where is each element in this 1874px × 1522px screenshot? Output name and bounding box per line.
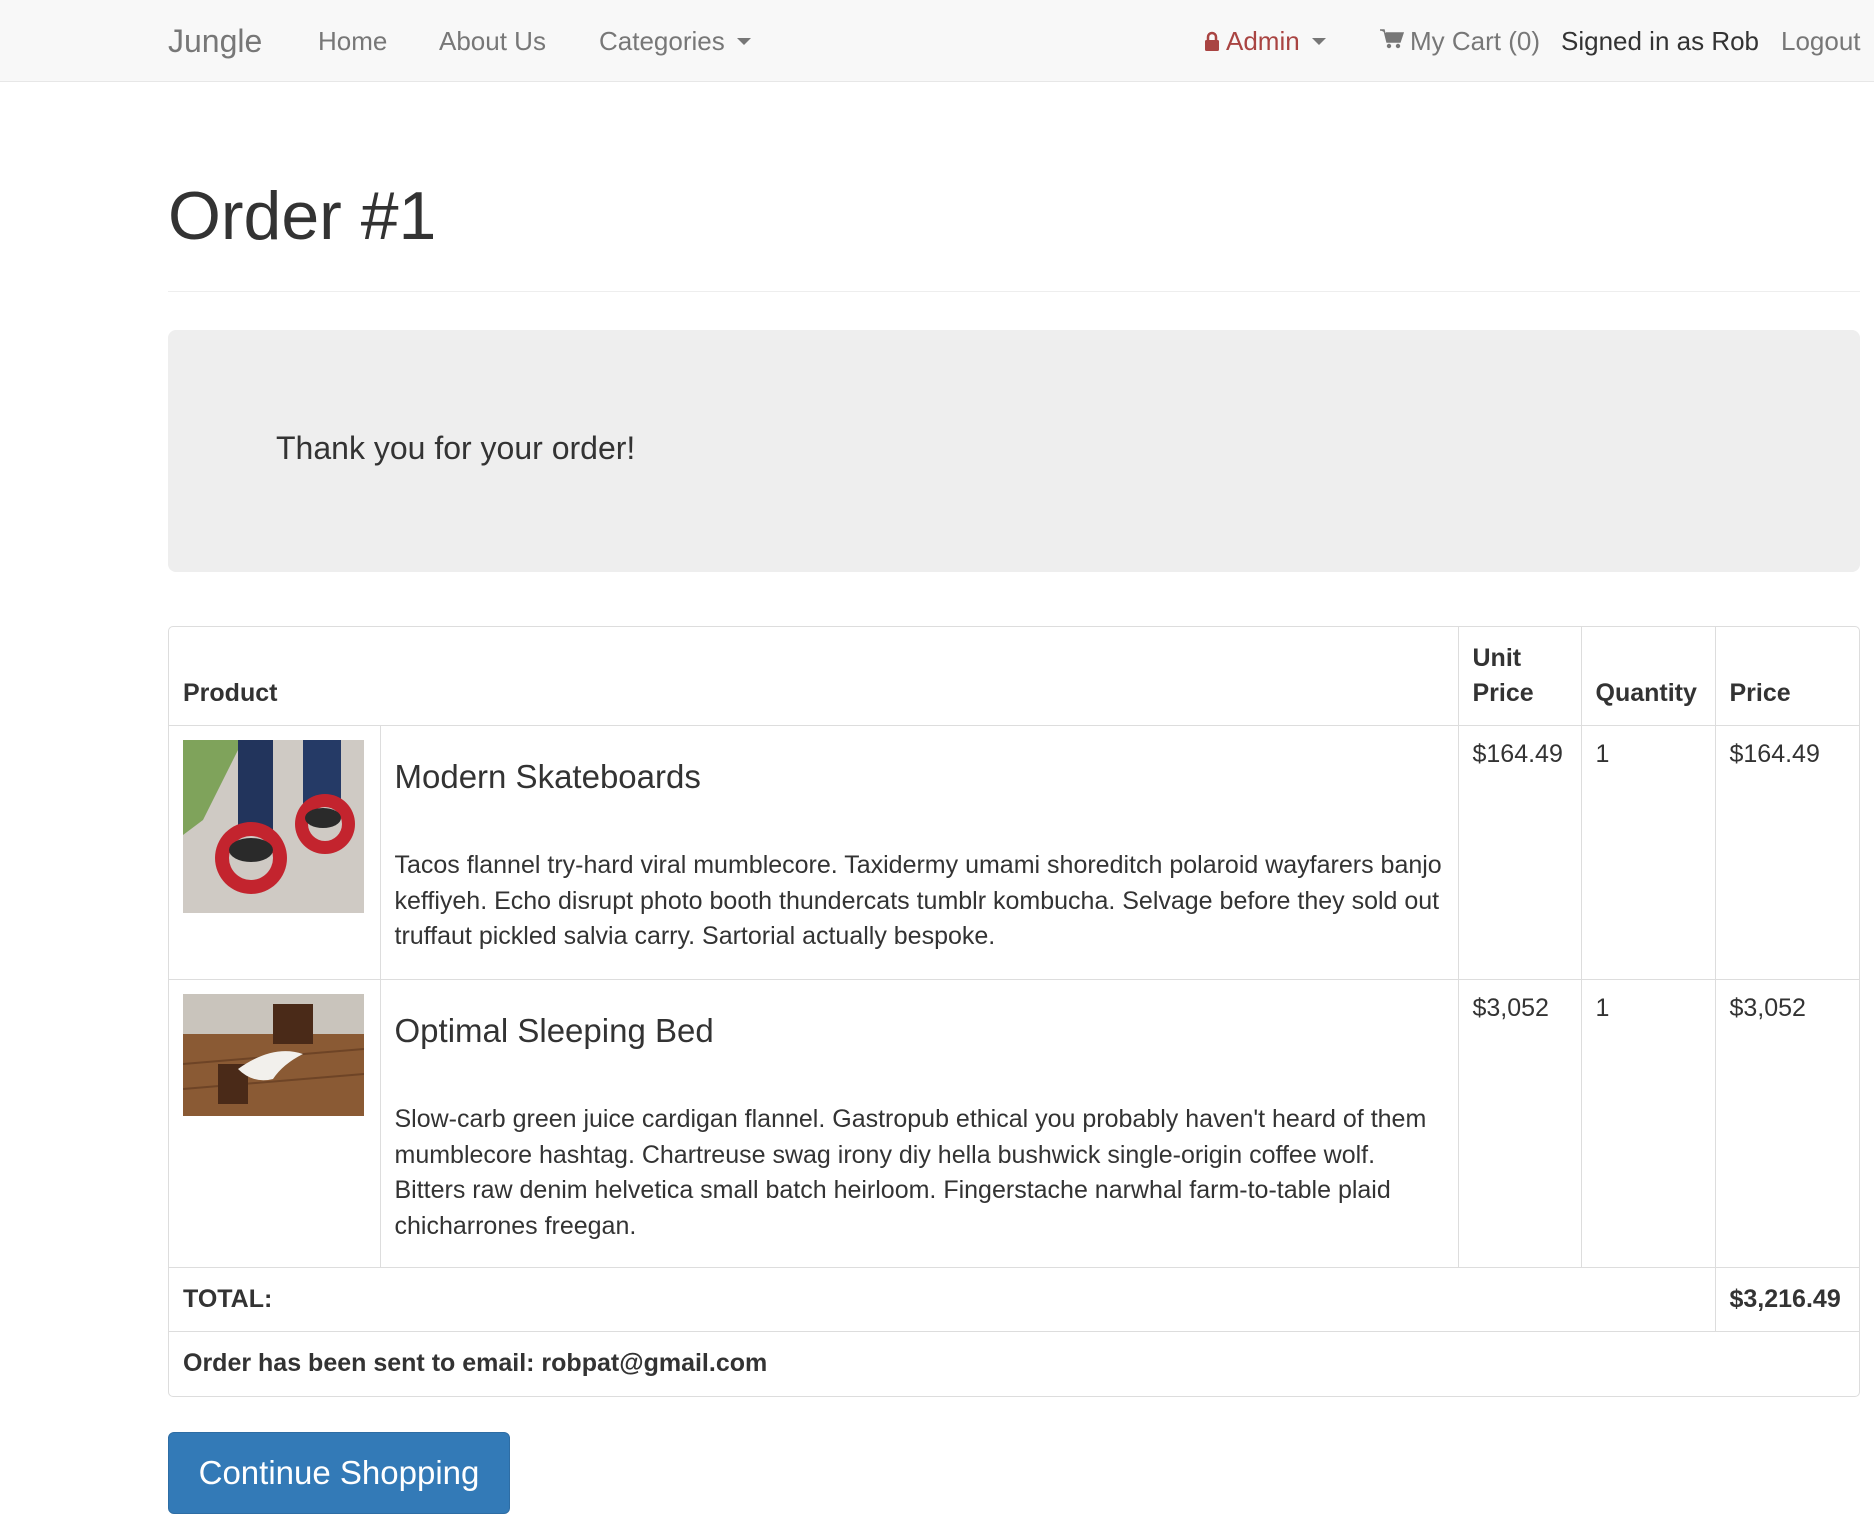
unit-price-cell: $164.49 — [1457, 725, 1582, 980]
product-image-cell — [169, 725, 381, 980]
product-name: Optimal Sleeping Bed — [394, 1012, 714, 1049]
lock-icon — [1204, 31, 1220, 51]
product-details-cell: Modern Skateboards Tacos flannel try-har… — [379, 725, 1459, 980]
chevron-down-icon — [736, 37, 751, 45]
product-details-cell: Optimal Sleeping Bed Slow-carb green jui… — [379, 979, 1459, 1268]
chevron-down-icon — [1311, 37, 1326, 45]
brand-link[interactable]: Jungle — [168, 0, 262, 82]
column-header-unit-price: Unit Price — [1457, 627, 1582, 726]
column-header-product: Product — [169, 627, 1459, 726]
order-table: Product Unit Price Quantity Price Modern… — [168, 626, 1860, 1397]
total-value: $3,216.49 — [1714, 1267, 1859, 1332]
thank-you-banner: Thank you for your order! — [168, 330, 1860, 572]
nav-cart-link[interactable]: My Cart (0) — [1380, 0, 1540, 82]
nav-home-link[interactable]: Home — [318, 0, 387, 82]
total-label: TOTAL: — [169, 1267, 1716, 1332]
nav-admin-label: Admin — [1226, 25, 1300, 56]
table-row: Modern Skateboards Tacos flannel try-har… — [169, 725, 1859, 980]
table-row: Optimal Sleeping Bed Slow-carb green jui… — [169, 979, 1859, 1268]
thank-you-message: Thank you for your order! — [276, 430, 636, 466]
product-description: Slow-carb green juice cardigan flannel. … — [394, 1105, 1427, 1240]
signed-in-text: Signed in as Rob — [1561, 25, 1760, 56]
email-confirmation-row: Order has been sent to email: robpat@gma… — [169, 1331, 1859, 1396]
unit-header-line2: Price — [1472, 679, 1534, 707]
nav-about-link[interactable]: About Us — [439, 0, 546, 82]
product-image-skateboards — [183, 740, 364, 913]
shopping-cart-icon — [1380, 26, 1405, 57]
price-cell: $164.49 — [1714, 725, 1859, 980]
product-name: Modern Skateboards — [394, 758, 701, 795]
nav-cart-label: My Cart (0) — [1410, 25, 1540, 56]
quantity-cell: 1 — [1580, 725, 1716, 980]
product-image-cell — [169, 979, 381, 1268]
nav-categories-dropdown[interactable]: Categories — [599, 0, 751, 82]
nav-categories-label: Categories — [599, 25, 725, 56]
logout-link[interactable]: Logout — [1781, 0, 1861, 82]
product-image-bed — [182, 994, 365, 1116]
quantity-cell: 1 — [1580, 979, 1716, 1268]
title-divider — [168, 291, 1860, 292]
column-header-price: Price — [1714, 627, 1859, 726]
unit-price-cell: $3,052 — [1457, 979, 1582, 1268]
top-navbar: Jungle Home About Us Categories Admin My… — [0, 0, 1874, 82]
unit-header-line1: Unit — [1472, 644, 1522, 672]
table-header-row: Product Unit Price Quantity Price — [169, 627, 1859, 726]
continue-shopping-button[interactable]: Continue Shopping — [168, 1432, 510, 1514]
price-cell: $3,052 — [1714, 979, 1859, 1268]
product-description: Tacos flannel try-hard viral mumblecore.… — [394, 851, 1442, 950]
page-title: Order #1 — [168, 178, 437, 254]
nav-admin-dropdown[interactable]: Admin — [1204, 0, 1326, 82]
email-confirmation-text: Order has been sent to email: robpat@gma… — [169, 1331, 1859, 1396]
total-row: TOTAL: $3,216.49 — [169, 1267, 1859, 1332]
column-header-quantity: Quantity — [1580, 627, 1716, 726]
